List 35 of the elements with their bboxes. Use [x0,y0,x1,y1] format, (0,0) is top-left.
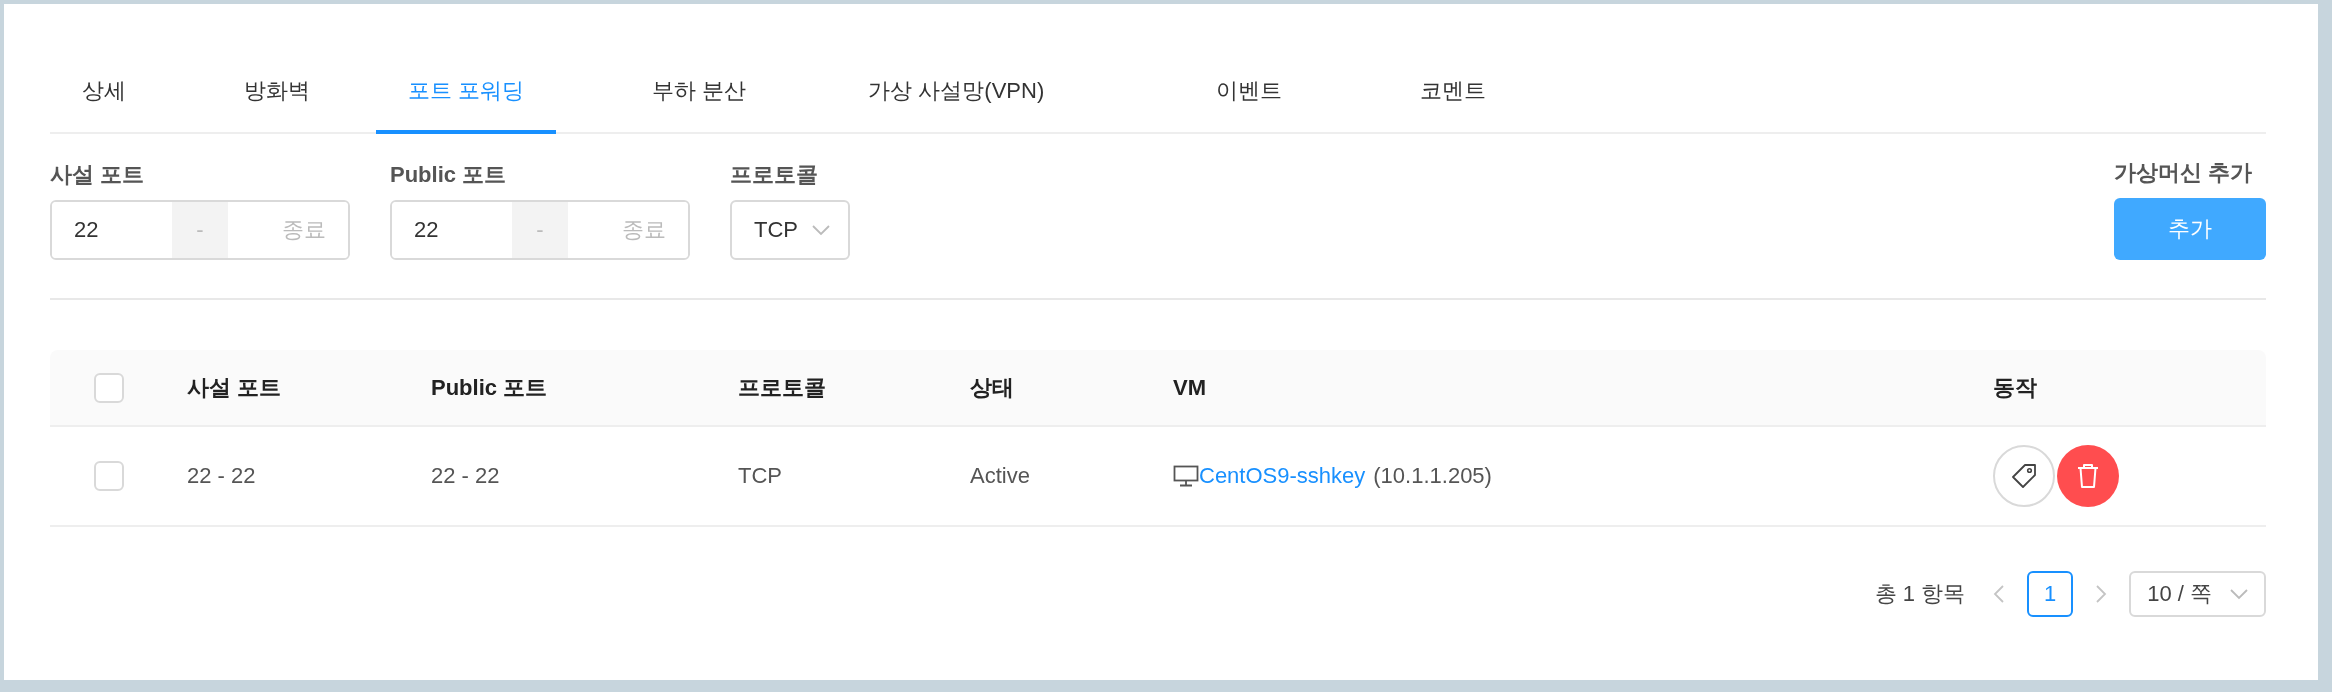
table-cell-text: Active [970,463,1031,489]
column-header: 사설 포트 [187,373,283,402]
checkbox[interactable] [94,461,124,491]
page-size-select[interactable]: 10 / 쪽 [2129,571,2266,617]
tab[interactable]: 방화벽 [212,62,342,134]
field-label: 가상머신 추가 [2114,159,2254,187]
tag-icon [2011,463,2037,489]
field-label: 프로토콜 [730,161,819,189]
total-count: 총 1 항목 [1874,580,1966,608]
column-header: 동작 [1993,373,2038,402]
range-separator: - [172,202,228,258]
field-label: Public 포트 [390,161,508,189]
vm-ip: (10.1.1.205) [1373,463,1492,489]
tab[interactable]: 코멘트 [1388,62,1519,134]
caret-icon [812,224,830,236]
checkbox[interactable] [94,372,124,403]
field-label: 사설 포트 [50,161,146,189]
range-separator: - [512,202,568,258]
table-cell-text: TCP [738,463,783,489]
port-range-field[interactable]: 22 - 종료 [50,200,350,260]
tab[interactable]: 상세 [50,62,158,134]
monitor-icon [1173,465,1199,487]
port-range-field[interactable]: 22 - 종료 [390,200,690,260]
column-header: 상태 [970,373,1015,402]
table-cell-text: 22 - 22 [431,463,501,489]
trash-icon [2076,463,2100,489]
column-header: 프로토콜 [738,373,827,402]
caret-icon [2230,588,2248,600]
table-cell-text: 22 - 22 [187,463,257,489]
tab[interactable]: 가상 사설망(VPN) [836,62,1077,134]
column-header: Public 포트 [431,373,549,402]
tab[interactable]: 부하 분산 [620,62,779,134]
tab[interactable]: 이벤트 [1184,62,1315,134]
protocol-select[interactable]: TCP [730,200,850,260]
column-header: VM [1173,374,1207,401]
